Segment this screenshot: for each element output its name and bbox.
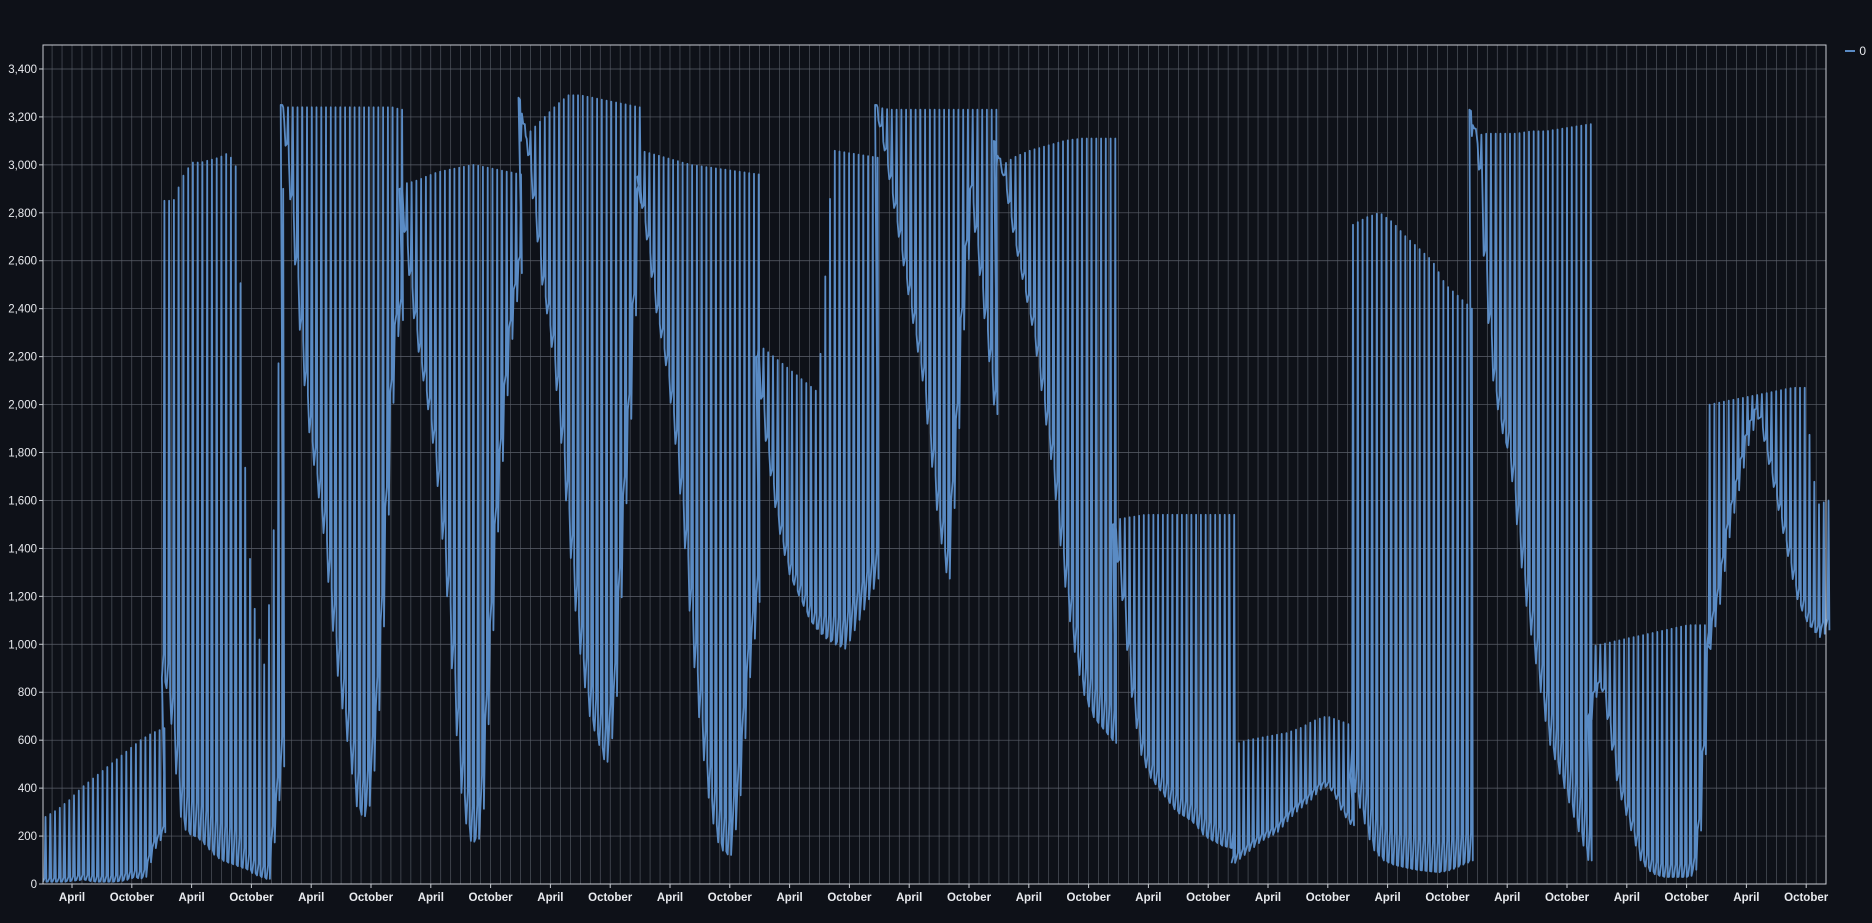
y-tick-label: 1,000 [8,639,37,651]
x-tick-label: April [1135,892,1161,904]
x-tick-label: April [178,892,204,904]
x-tick-label: October [1665,892,1710,904]
y-axis-ticks: 0 200 400 600 800 1,000 1,200 1,400 1,600 1,800 2,… [8,64,43,891]
x-tick-label: October [1784,892,1829,904]
x-tick-label: October [469,892,514,904]
y-tick-label: 400 [18,783,37,795]
x-tick-label: October [1067,892,1112,904]
legend-line-icon [1845,50,1856,52]
x-tick-label: October [1306,892,1351,904]
x-axis-ticks: April October April October April October Apri… [59,884,1829,904]
x-tick-label: April [1494,892,1520,904]
x-tick-label: October [110,892,155,904]
x-tick-label: October [827,892,872,904]
y-tick-label: 3,000 [8,160,37,172]
x-tick-label: April [59,892,85,904]
y-tick-label: 1,200 [8,591,37,603]
x-tick-label: April [298,892,324,904]
x-tick-label: April [657,892,683,904]
y-tick-label: 3,200 [8,112,37,124]
y-tick-label: 3,400 [8,64,37,76]
x-tick-label: April [418,892,444,904]
x-tick-label: April [1614,892,1640,904]
x-tick-label: April [1374,892,1400,904]
y-tick-label: 0 [31,879,37,891]
x-tick-label: October [1425,892,1470,904]
y-tick-label: 2,800 [8,208,37,220]
x-tick-label: April [537,892,563,904]
x-tick-label: October [349,892,394,904]
x-tick-label: October [588,892,633,904]
y-tick-label: 1,800 [8,448,37,460]
x-tick-label: October [229,892,274,904]
y-tick-label: 200 [18,831,37,843]
y-tick-label: 600 [18,735,37,747]
x-tick-label: April [1255,892,1281,904]
x-tick-label: October [708,892,753,904]
y-tick-label: 1,400 [8,543,37,555]
y-tick-label: 1,600 [8,495,37,507]
x-tick-label: April [776,892,802,904]
x-tick-label: October [947,892,992,904]
y-tick-label: 800 [18,687,37,699]
legend-label: 0 [1859,44,1866,58]
line-chart: 0 200 400 600 800 1,000 1,200 1,400 1,600 1,800 2,… [8,44,1831,904]
y-tick-label: 2,600 [8,256,37,268]
legend[interactable]: 0 [1845,44,1866,58]
x-tick-label: April [1016,892,1042,904]
y-tick-label: 2,400 [8,304,37,316]
x-tick-label: October [1545,892,1590,904]
x-tick-label: April [1733,892,1759,904]
y-tick-label: 2,000 [8,400,37,412]
x-tick-label: April [896,892,922,904]
x-tick-label: October [1186,892,1231,904]
y-tick-label: 2,200 [8,352,37,364]
